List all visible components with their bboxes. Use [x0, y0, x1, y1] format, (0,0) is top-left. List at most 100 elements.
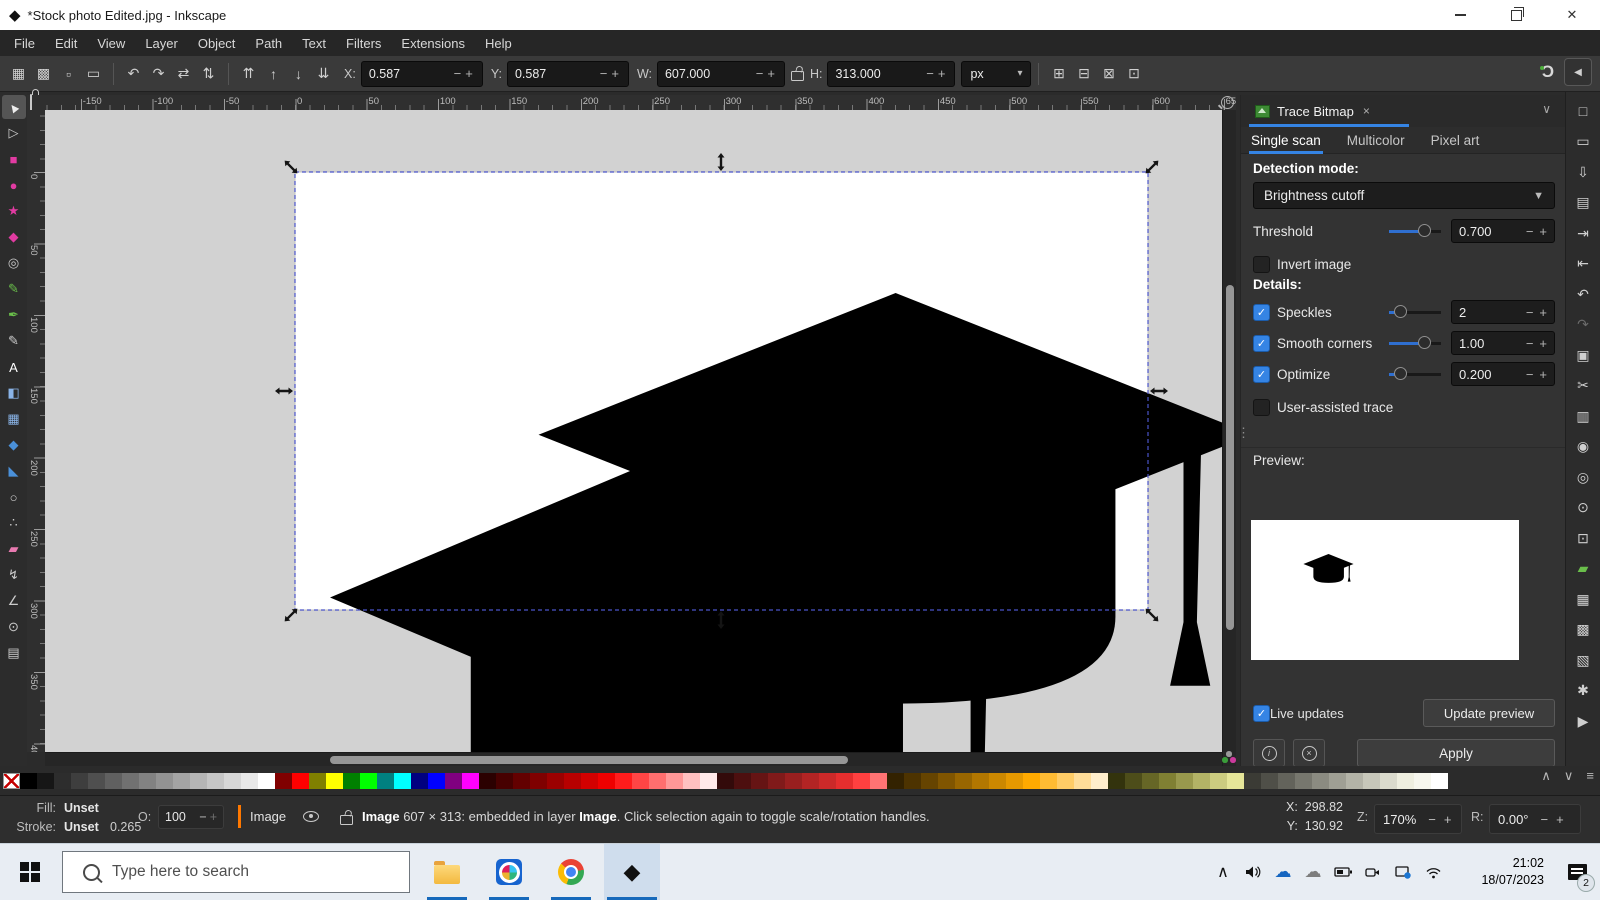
vertical-ruler[interactable]: 050100150200250300350400 [27, 110, 45, 752]
tab-multicolor[interactable]: Multicolor [1347, 127, 1405, 154]
action-center-button[interactable]: 2 [1554, 844, 1600, 900]
snap-controls-icon[interactable]: Ͻ [1542, 62, 1554, 82]
panel-menu-caret-icon[interactable]: ∨ [1542, 102, 1551, 116]
palette-swatch[interactable] [581, 773, 598, 789]
palette-swatch[interactable] [904, 773, 921, 789]
tweak-tool[interactable]: ○ [2, 485, 26, 509]
palette-swatch[interactable] [479, 773, 496, 789]
palette-swatch[interactable] [1210, 773, 1227, 789]
palette-swatch[interactable] [972, 773, 989, 789]
palette-swatch[interactable] [666, 773, 683, 789]
fill-value[interactable]: Unset [64, 801, 99, 815]
rotation-field[interactable]: 0.00° − + [1489, 804, 1581, 834]
palette-swatch[interactable] [836, 773, 853, 789]
undo-icon[interactable]: ↶ [1570, 281, 1596, 307]
palette-swatch[interactable] [309, 773, 326, 789]
import-icon[interactable]: ⇥ [1570, 220, 1596, 246]
meet-now-camera-icon[interactable] [1358, 866, 1388, 879]
flip-horizontal-icon[interactable]: ⇄ [171, 61, 196, 86]
move-patterns-toggle-icon[interactable]: ⊡ [1121, 61, 1146, 86]
palette-swatch[interactable] [768, 773, 785, 789]
palette-swatch[interactable] [360, 773, 377, 789]
mesh-gradient-tool[interactable]: ▦ [2, 407, 26, 431]
detection-mode-dropdown[interactable]: Brightness cutoff ▼ [1253, 182, 1555, 209]
w-field[interactable]: 607.000 −+ [657, 61, 785, 87]
palette-swatch[interactable] [411, 773, 428, 789]
smooth-corners-value[interactable]: 1.00−+ [1451, 331, 1555, 355]
palette-swatch[interactable] [394, 773, 411, 789]
display-project-icon[interactable] [1388, 865, 1418, 879]
palette-swatch[interactable] [683, 773, 700, 789]
unit-dropdown[interactable]: px▾ [961, 61, 1031, 87]
layer-visibility-icon[interactable] [303, 811, 319, 822]
connector-tool[interactable]: ↯ [2, 563, 26, 587]
fill-stroke-dialog-icon[interactable]: ▰ [1570, 556, 1596, 582]
palette-swatch[interactable] [1006, 773, 1023, 789]
palette-swatch[interactable] [598, 773, 615, 789]
palette-swatch[interactable] [870, 773, 887, 789]
zoom-drawing-icon[interactable]: ◎ [1570, 464, 1596, 490]
deselect-icon[interactable]: ▫ [56, 61, 81, 86]
palette-swatch[interactable] [326, 773, 343, 789]
palette-swatch[interactable] [1244, 773, 1261, 789]
palette-scroll-down-icon[interactable]: ∨ [1564, 768, 1574, 784]
zoom-selection-icon[interactable]: ◉ [1570, 434, 1596, 460]
move-gradients-toggle-icon[interactable]: ⊠ [1096, 61, 1121, 86]
invert-image-checkbox[interactable]: ✓ [1253, 256, 1270, 273]
palette-swatch[interactable] [1074, 773, 1091, 789]
select-all-icon[interactable]: ▦ [6, 61, 31, 86]
canvas[interactable] [45, 110, 1222, 752]
palette-swatch[interactable] [1329, 773, 1346, 789]
ruler-lock-corner[interactable] [27, 95, 45, 110]
volume-icon[interactable] [1238, 865, 1268, 879]
trace-bitmap-tab[interactable]: Trace Bitmap × [1249, 98, 1376, 124]
palette-swatch-none[interactable] [3, 773, 20, 789]
palette-scroll-up-icon[interactable]: ∧ [1541, 768, 1551, 784]
collapse-snap-toolbar-button[interactable]: ◀ [1564, 58, 1592, 86]
palette-swatch[interactable] [564, 773, 581, 789]
threshold-slider[interactable] [1389, 223, 1441, 239]
palette-swatch[interactable] [496, 773, 513, 789]
palette-swatch[interactable] [1193, 773, 1210, 789]
palette-swatch[interactable] [445, 773, 462, 789]
apply-button[interactable]: Apply [1357, 739, 1555, 767]
paste-icon[interactable]: ▥ [1570, 403, 1596, 429]
palette-swatch[interactable] [224, 773, 241, 789]
tab-pixel-art[interactable]: Pixel art [1431, 127, 1480, 154]
palette-swatch[interactable] [615, 773, 632, 789]
selection-frame-icon[interactable]: ▭ [81, 61, 106, 86]
zoom-page-icon[interactable]: ⊙ [1570, 495, 1596, 521]
tray-chevron-icon[interactable]: ∧ [1208, 862, 1238, 882]
clock[interactable]: 21:02 18/07/2023 [1458, 855, 1544, 889]
menu-item-text[interactable]: Text [292, 30, 336, 56]
palette-swatch[interactable] [1040, 773, 1057, 789]
palette-swatch[interactable] [1091, 773, 1108, 789]
spray-tool[interactable]: ∴ [2, 511, 26, 535]
rotate-cw-icon[interactable]: ↷ [146, 61, 171, 86]
y-field[interactable]: 0.587 −+ [507, 61, 629, 87]
lock-aspect-icon[interactable] [791, 71, 804, 81]
copy-icon[interactable]: ▣ [1570, 342, 1596, 368]
palette-swatch[interactable] [105, 773, 122, 789]
close-button[interactable]: ✕ [1544, 0, 1600, 30]
palette-swatch[interactable] [530, 773, 547, 789]
palette-swatch[interactable] [802, 773, 819, 789]
palette-swatch[interactable] [156, 773, 173, 789]
palette-swatch[interactable] [1312, 773, 1329, 789]
palette-swatch[interactable] [989, 773, 1006, 789]
palette-swatch[interactable] [1363, 773, 1380, 789]
x-field[interactable]: 0.587 −+ [361, 61, 483, 87]
palette-swatch[interactable] [1431, 773, 1448, 789]
zoom-tool[interactable]: ⊙ [2, 615, 26, 639]
palette-swatch[interactable] [1142, 773, 1159, 789]
minimize-button[interactable] [1432, 0, 1488, 30]
group-objects-icon[interactable]: ▧ [1570, 647, 1596, 673]
spiral-tool[interactable]: ◎ [2, 251, 26, 275]
palette-swatch[interactable] [88, 773, 105, 789]
palette-swatch[interactable] [938, 773, 955, 789]
palette-swatch[interactable] [343, 773, 360, 789]
palette-swatch[interactable] [1108, 773, 1125, 789]
tab-single-scan[interactable]: Single scan [1251, 127, 1321, 154]
dropper-tool[interactable]: ◆ [2, 433, 26, 457]
horizontal-ruler[interactable]: -150-100-5005010015020025030035040045050… [45, 95, 1236, 110]
